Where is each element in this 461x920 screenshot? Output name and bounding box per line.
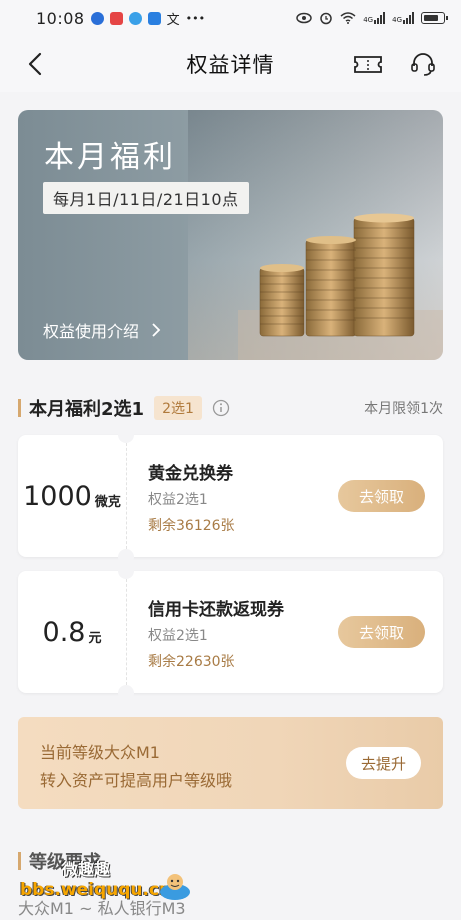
- wifi-icon: [340, 12, 356, 24]
- back-icon[interactable]: [22, 50, 50, 78]
- coupon-divider: [126, 579, 127, 685]
- coupon-remaining: 剩余22630张: [148, 654, 235, 670]
- headset-icon[interactable]: [408, 49, 438, 79]
- coupon-name: 信用卡还款返现券: [148, 600, 284, 620]
- app-notification-icon: [147, 11, 161, 25]
- coupon-tag: 权益2选1: [148, 492, 208, 508]
- coupon-unit: 微克: [94, 494, 121, 510]
- info-icon[interactable]: [212, 399, 230, 417]
- more-notifications: •••: [185, 11, 206, 25]
- status-time: 10:08: [36, 8, 85, 28]
- signal-icon: 4G: [363, 12, 386, 24]
- watermark-mascot-icon: [160, 874, 190, 900]
- ticket-icon[interactable]: [352, 50, 384, 78]
- coupon-divider: [126, 443, 127, 549]
- section-accent-bar: [18, 399, 21, 417]
- watermark-url: bbs.weiququ.cn: [20, 880, 172, 900]
- app-notification-icon: [128, 11, 142, 25]
- app-notification-icon: [109, 11, 123, 25]
- signal-icon: 4G: [392, 12, 414, 24]
- section-title: 本月福利2选1: [29, 399, 145, 420]
- claim-button[interactable]: 去领取: [338, 616, 425, 648]
- section-accent-bar: [18, 852, 21, 870]
- coupon-remaining: 剩余36126张: [148, 518, 235, 534]
- usage-intro-label: 权益使用介绍: [43, 322, 140, 341]
- benefit-section-header: 本月福利2选1 2选1 本月限领1次: [18, 394, 443, 422]
- chevron-right-icon: [152, 323, 161, 337]
- coupon-unit: 元: [88, 630, 102, 646]
- coupon-name: 黄金兑换券: [148, 464, 233, 484]
- coupon-amount: 1000: [23, 480, 92, 512]
- status-right: 4G 4G: [296, 11, 448, 25]
- battery-icon: [421, 12, 448, 24]
- status-bar: 10:08 文 ••• 4G 4G: [0, 0, 461, 36]
- level-upgrade-banner: 当前等级大众M1 转入资产可提高用户等级哦 去提升: [18, 717, 443, 809]
- coupon-tag: 权益2选1: [148, 628, 208, 644]
- banner-title: 本月福利: [44, 140, 176, 175]
- claim-button[interactable]: 去领取: [338, 480, 425, 512]
- monthly-limit-text: 本月限领1次: [364, 401, 443, 417]
- upgrade-button[interactable]: 去提升: [346, 747, 421, 779]
- coupon-card-gold: 1000 微克 黄金兑换券 权益2选1 剩余36126张 去领取: [18, 427, 443, 565]
- coupon-value: 0.8 元: [18, 571, 126, 693]
- eye-icon: [296, 12, 312, 24]
- pick-badge: 2选1: [154, 396, 202, 420]
- app-notification-icon: [90, 11, 104, 25]
- upgrade-hint-text: 转入资产可提高用户等级哦: [40, 771, 233, 790]
- watermark-text: 微趣趣: [62, 860, 111, 879]
- coupon-value: 1000 微克: [18, 435, 126, 557]
- banner-schedule: 每月1日/11日/21日10点: [43, 182, 249, 214]
- alarm-icon: [320, 12, 332, 25]
- usage-intro-link[interactable]: 权益使用介绍: [43, 318, 161, 342]
- translate-icon: 文: [166, 12, 180, 28]
- coupon-card-cashback: 0.8 元 信用卡还款返现券 权益2选1 剩余22630张 去领取: [18, 563, 443, 701]
- page-title: 权益详情: [186, 53, 275, 77]
- coupon-amount: 0.8: [42, 616, 86, 648]
- status-left: 10:08 文 •••: [36, 9, 205, 28]
- monthly-benefit-banner: 本月福利 每月1日/11日/21日10点 权益使用介绍: [18, 110, 443, 360]
- current-level-text: 当前等级大众M1: [40, 743, 160, 762]
- nav-bar: 权益详情: [0, 36, 461, 92]
